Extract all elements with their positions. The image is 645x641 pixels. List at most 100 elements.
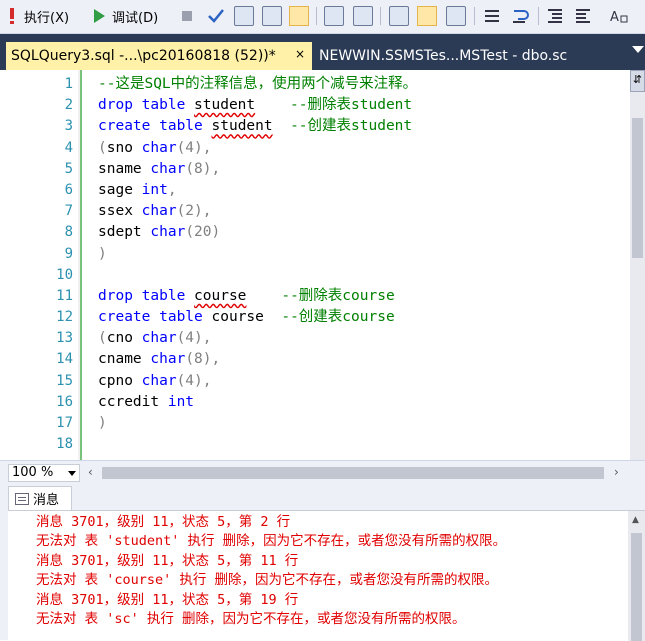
line-number: 12 xyxy=(56,309,73,326)
code-token: --创建表student xyxy=(272,118,413,135)
message-line: 无法对 表 'student' 执行 删除，因为它不存在，或者您没有所需的权限。 xyxy=(36,533,507,550)
check-icon[interactable] xyxy=(206,6,226,26)
scroll-thumb[interactable] xyxy=(632,118,643,258)
chevron-down-icon[interactable] xyxy=(632,46,644,53)
line-number: 3 xyxy=(64,118,73,135)
tab-dbo-sc[interactable]: NEWWIN.SSMSTes...MSTest - dbo.sc xyxy=(319,42,567,70)
code-token: (20) xyxy=(185,224,221,241)
toolbar-separator xyxy=(316,7,317,25)
code-token: char xyxy=(150,224,186,241)
code-token: create table xyxy=(98,309,212,326)
code-token: int xyxy=(167,393,195,410)
code-token: sname xyxy=(98,160,151,177)
message-line: 无法对 表 'course' 执行 删除，因为它不存在，或者您没有所需的权限。 xyxy=(36,572,499,589)
results-grid-icon[interactable] xyxy=(389,6,409,26)
tab-messages-label: 消息 xyxy=(33,493,60,508)
split-icon[interactable]: ⇵ xyxy=(630,70,645,92)
code-line: (cno char(4), xyxy=(98,328,628,349)
execute-button[interactable]: 执行(X) xyxy=(24,5,69,27)
code-token: ) xyxy=(98,415,107,431)
code-token: , xyxy=(167,181,177,198)
code-line: ) xyxy=(98,244,628,265)
results-text-icon[interactable] xyxy=(353,6,373,26)
code-line: sage int, xyxy=(98,180,628,201)
indent-icon[interactable] xyxy=(510,6,530,26)
code-token: (4), xyxy=(176,139,212,156)
display-plan-icon[interactable] xyxy=(262,6,282,26)
chevron-up-icon[interactable]: ▲ xyxy=(632,515,639,525)
scroll-thumb[interactable] xyxy=(631,533,642,641)
code-token: --删除表student xyxy=(255,97,413,114)
sql-code-editor[interactable]: 1 2 3 4 5 6 7 8 9 10 11 12 13 14 15 16 17 18 --这是SQL中的注释信… xyxy=(0,70,645,460)
code-token: cname xyxy=(98,351,151,368)
line-number: 7 xyxy=(64,203,73,220)
line-number: 18 xyxy=(56,436,73,453)
code-token: student xyxy=(194,97,256,114)
code-token: (4), xyxy=(176,372,212,389)
exclamation-icon xyxy=(2,6,22,26)
message-line: 消息 3701，级别 11，状态 5，第 2 行 xyxy=(36,514,291,530)
text-size-icon[interactable]: A xyxy=(609,6,629,26)
code-line: create table student --创建表student xyxy=(98,116,628,137)
code-token: student xyxy=(211,118,273,135)
scroll-left-icon[interactable]: ‹ xyxy=(88,465,93,479)
line-number-gutter: 1 2 3 4 5 6 7 8 9 10 11 12 13 14 15 16 17 18 xyxy=(0,74,76,455)
document-tab-strip: SQLQuery3.sql -...\pc20160818 (52))* × N… xyxy=(0,34,645,70)
outdent-icon[interactable] xyxy=(545,6,565,26)
editor-vertical-scrollbar[interactable]: ⇵ xyxy=(630,70,645,460)
play-icon[interactable] xyxy=(89,6,109,26)
parse-icon[interactable] xyxy=(234,6,254,26)
line-number: 4 xyxy=(64,139,73,156)
debug-button[interactable]: 调试(D) xyxy=(112,5,158,27)
messages-vertical-scrollbar[interactable]: ▲ xyxy=(628,511,645,641)
zoom-dropdown[interactable]: 100 % xyxy=(8,464,80,482)
line-number: 16 xyxy=(56,393,73,410)
close-icon[interactable]: × xyxy=(295,47,305,61)
code-line: create table course --创建表course xyxy=(98,307,628,328)
code-line: drop table course --删除表course xyxy=(98,286,628,307)
horizontal-scroll-thumb[interactable] xyxy=(102,467,604,479)
line-number: 1 xyxy=(64,76,73,92)
font-icon[interactable] xyxy=(573,6,593,26)
code-token: char xyxy=(141,330,177,347)
results-file-icon[interactable] xyxy=(417,6,437,26)
code-token: drop table xyxy=(98,97,195,114)
code-text[interactable]: --这是SQL中的注释信息，使用两个减号来注释。 drop table stude… xyxy=(98,74,628,455)
code-token: char xyxy=(150,351,186,368)
line-number: 8 xyxy=(64,224,73,241)
change-tracking-margin xyxy=(78,70,82,460)
uncomment-icon[interactable] xyxy=(482,6,502,26)
code-token: --删除表course xyxy=(246,287,395,304)
tab-messages[interactable]: 消息 xyxy=(8,486,72,510)
code-token: ccredit xyxy=(98,393,168,410)
query-options-icon[interactable] xyxy=(289,6,309,26)
code-line: ssex char(2), xyxy=(98,201,628,222)
line-number: 5 xyxy=(64,160,73,177)
messages-output[interactable]: 消息 3701，级别 11，状态 5，第 2 行无法对 表 'student' … xyxy=(8,510,645,641)
scroll-right-icon[interactable]: › xyxy=(614,465,619,479)
code-token: sdept xyxy=(98,224,151,241)
code-token: --创建表course xyxy=(263,309,395,326)
code-token: create table xyxy=(98,118,212,135)
code-line: sdept char(20) xyxy=(98,222,628,243)
stop-icon[interactable] xyxy=(177,6,197,26)
tab-sqlquery3[interactable]: SQLQuery3.sql -...\pc20160818 (52))* × xyxy=(6,42,312,70)
code-line: sname char(8), xyxy=(98,159,628,180)
code-token: (4), xyxy=(176,330,212,347)
code-token: char xyxy=(141,372,177,389)
code-token: --这是SQL中的注释信息，使用两个减号来注释。 xyxy=(98,76,418,92)
code-token: cpno xyxy=(98,372,142,389)
comment-icon[interactable] xyxy=(446,6,466,26)
message-line: 无法对 表 'sc' 执行 删除，因为它不存在，或者您没有所需的权限。 xyxy=(36,610,466,627)
message-list: 消息 3701，级别 11，状态 5，第 2 行无法对 表 'student' … xyxy=(36,513,506,629)
editor-bottom-bar: 100 % ‹ › xyxy=(0,460,645,484)
intellisense-icon[interactable] xyxy=(324,6,344,26)
code-line: ) xyxy=(98,413,628,434)
code-token: ssex xyxy=(98,203,142,220)
code-token: course xyxy=(194,287,247,304)
code-token: int xyxy=(141,181,168,198)
code-line: cpno char(4), xyxy=(98,371,628,392)
code-token: (8), xyxy=(185,160,221,177)
message-line: 消息 3701，级别 11，状态 5，第 11 行 xyxy=(36,552,299,569)
